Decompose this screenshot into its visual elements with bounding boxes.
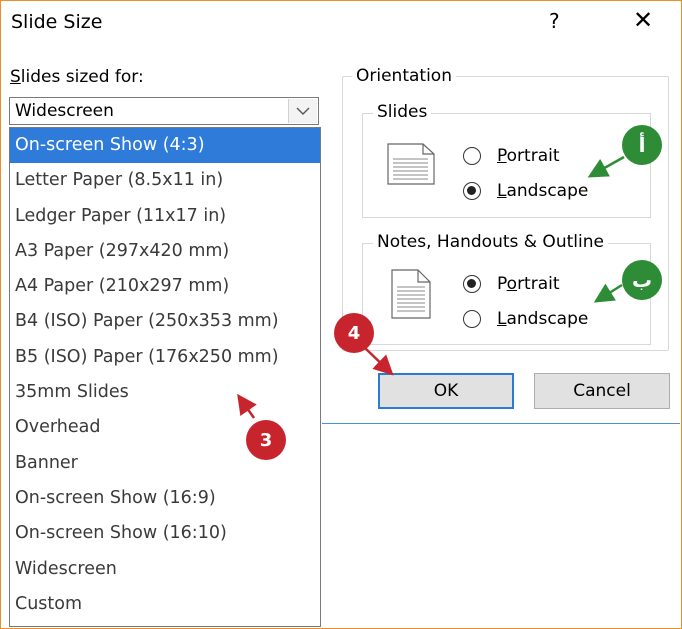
annotation-marker-ba: ب [622,260,662,300]
annotation-arrows [237,155,625,419]
arrow-3 [237,393,257,419]
arrow-ba [593,283,623,303]
annotation-marker-3: 3 [246,420,286,460]
annotation-marker-alef: أ [622,125,662,165]
arrow-alef [587,155,625,178]
arrow-4 [364,347,394,376]
annotation-marker-4: 4 [334,313,374,353]
